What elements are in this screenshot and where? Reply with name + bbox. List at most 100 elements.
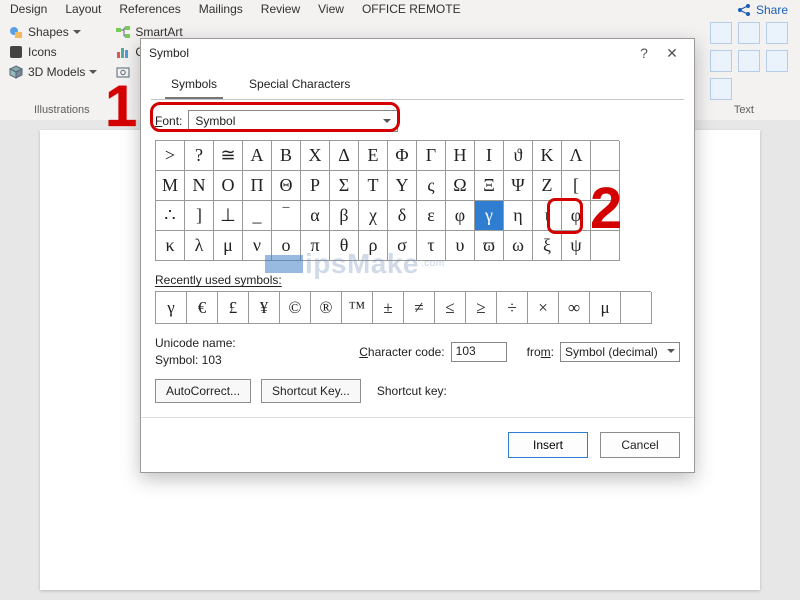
- symbol-cell[interactable]: [591, 171, 620, 201]
- ribbon-tab-office-remote[interactable]: OFFICE REMOTE: [362, 2, 461, 16]
- symbol-cell[interactable]: Θ: [272, 171, 301, 201]
- recent-symbol-cell[interactable]: ≥: [466, 292, 497, 324]
- symbol-cell[interactable]: ε: [417, 201, 446, 231]
- insert-button[interactable]: Insert: [508, 432, 588, 458]
- symbol-cell[interactable]: [: [562, 171, 591, 201]
- ribbon-tab-design[interactable]: Design: [10, 2, 47, 16]
- symbol-cell[interactable]: π: [301, 231, 330, 261]
- ribbon-tab-references[interactable]: References: [119, 2, 180, 16]
- recent-symbol-cell[interactable]: μ: [590, 292, 621, 324]
- datetime-icon[interactable]: [766, 50, 788, 72]
- symbol-cell[interactable]: Τ: [359, 171, 388, 201]
- tab-symbols[interactable]: Symbols: [165, 73, 223, 99]
- symbol-cell[interactable]: Ξ: [475, 171, 504, 201]
- recent-symbol-cell[interactable]: ×: [528, 292, 559, 324]
- recent-symbol-cell[interactable]: €: [187, 292, 218, 324]
- tab-special-characters[interactable]: Special Characters: [243, 73, 356, 99]
- symbol-cell[interactable]: ‾: [272, 201, 301, 231]
- symbol-cell[interactable]: ]: [185, 201, 214, 231]
- symbol-cell[interactable]: Μ: [156, 171, 185, 201]
- symbol-cell[interactable]: ⊥: [214, 201, 243, 231]
- close-button[interactable]: ✕: [658, 45, 686, 62]
- symbol-cell[interactable]: [591, 141, 620, 171]
- symbol-cell[interactable]: η: [504, 201, 533, 231]
- symbol-cell[interactable]: ϖ: [475, 231, 504, 261]
- symbol-cell[interactable]: φ: [562, 201, 591, 231]
- symbol-cell[interactable]: χ: [359, 201, 388, 231]
- char-code-input[interactable]: 103: [451, 342, 507, 362]
- ribbon-tab-mailings[interactable]: Mailings: [199, 2, 243, 16]
- autocorrect-button[interactable]: AutoCorrect...: [155, 379, 251, 403]
- symbol-grid[interactable]: >?≅ΑΒΧΔΕΦΓΗΙϑΚΛΜΝΟΠΘΡΣΤΥςΩΞΨΖ[∴]⊥_‾αβχδε…: [155, 140, 619, 261]
- recent-symbol-cell[interactable]: ®: [311, 292, 342, 324]
- ribbon-tab-layout[interactable]: Layout: [65, 2, 101, 16]
- symbol-cell[interactable]: Π: [243, 171, 272, 201]
- symbol-cell[interactable]: σ: [388, 231, 417, 261]
- symbol-cell[interactable]: ρ: [359, 231, 388, 261]
- symbol-cell[interactable]: [591, 231, 620, 261]
- from-select[interactable]: Symbol (decimal): [560, 342, 680, 362]
- help-button[interactable]: ?: [630, 45, 658, 61]
- symbol-cell[interactable]: τ: [417, 231, 446, 261]
- symbol-cell[interactable]: ς: [417, 171, 446, 201]
- font-select[interactable]: Symbol: [188, 110, 398, 132]
- symbol-cell[interactable]: β: [330, 201, 359, 231]
- ribbon-3d-models[interactable]: 3D Models: [8, 64, 97, 80]
- symbol-cell[interactable]: κ: [156, 231, 185, 261]
- symbol-cell[interactable]: Β: [272, 141, 301, 171]
- symbol-cell[interactable]: ο: [272, 231, 301, 261]
- object-icon[interactable]: [710, 78, 732, 100]
- signature-icon[interactable]: [738, 50, 760, 72]
- symbol-cell[interactable]: φ: [446, 201, 475, 231]
- symbol-cell[interactable]: ν: [243, 231, 272, 261]
- recent-symbol-cell[interactable]: [621, 292, 652, 324]
- symbol-cell[interactable]: ϑ: [504, 141, 533, 171]
- recent-symbol-cell[interactable]: £: [218, 292, 249, 324]
- ribbon-tab-view[interactable]: View: [318, 2, 344, 16]
- quickparts-icon[interactable]: [738, 22, 760, 44]
- symbol-cell[interactable]: Κ: [533, 141, 562, 171]
- symbol-cell[interactable]: υ: [446, 231, 475, 261]
- symbol-cell[interactable]: _: [243, 201, 272, 231]
- symbol-cell[interactable]: Ψ: [504, 171, 533, 201]
- share-button[interactable]: Share: [728, 0, 796, 20]
- symbol-cell[interactable]: ι: [533, 201, 562, 231]
- dropcap-icon[interactable]: [710, 50, 732, 72]
- symbol-cell[interactable]: Η: [446, 141, 475, 171]
- symbol-cell[interactable]: Χ: [301, 141, 330, 171]
- symbol-cell[interactable]: Ο: [214, 171, 243, 201]
- symbol-cell[interactable]: α: [301, 201, 330, 231]
- symbol-cell[interactable]: ∴: [156, 201, 185, 231]
- symbol-cell[interactable]: γ: [475, 201, 504, 231]
- symbol-cell[interactable]: Γ: [417, 141, 446, 171]
- symbol-cell[interactable]: δ: [388, 201, 417, 231]
- recent-symbol-cell[interactable]: ∞: [559, 292, 590, 324]
- symbol-cell[interactable]: ?: [185, 141, 214, 171]
- shortcut-key-button[interactable]: Shortcut Key...: [261, 379, 361, 403]
- symbol-cell[interactable]: ω: [504, 231, 533, 261]
- symbol-cell[interactable]: Α: [243, 141, 272, 171]
- symbol-cell[interactable]: ≅: [214, 141, 243, 171]
- symbol-cell[interactable]: ψ: [562, 231, 591, 261]
- recent-symbols-grid[interactable]: γ€£¥©®™±≠≤≥÷×∞μ: [155, 291, 651, 324]
- ribbon-icons[interactable]: Icons: [8, 44, 97, 60]
- ribbon-tab-review[interactable]: Review: [261, 2, 300, 16]
- symbol-cell[interactable]: [591, 201, 620, 231]
- recent-symbol-cell[interactable]: ≠: [404, 292, 435, 324]
- recent-symbol-cell[interactable]: γ: [156, 292, 187, 324]
- symbol-cell[interactable]: >: [156, 141, 185, 171]
- symbol-cell[interactable]: Υ: [388, 171, 417, 201]
- symbol-cell[interactable]: Ζ: [533, 171, 562, 201]
- wordart-icon[interactable]: [766, 22, 788, 44]
- recent-symbol-cell[interactable]: ™: [342, 292, 373, 324]
- recent-symbol-cell[interactable]: ≤: [435, 292, 466, 324]
- recent-symbol-cell[interactable]: ÷: [497, 292, 528, 324]
- cancel-button[interactable]: Cancel: [600, 432, 680, 458]
- symbol-cell[interactable]: Ι: [475, 141, 504, 171]
- recent-symbol-cell[interactable]: ±: [373, 292, 404, 324]
- symbol-cell[interactable]: Λ: [562, 141, 591, 171]
- symbol-cell[interactable]: θ: [330, 231, 359, 261]
- ribbon-shapes[interactable]: Shapes: [8, 24, 97, 40]
- symbol-cell[interactable]: Ρ: [301, 171, 330, 201]
- symbol-cell[interactable]: Ω: [446, 171, 475, 201]
